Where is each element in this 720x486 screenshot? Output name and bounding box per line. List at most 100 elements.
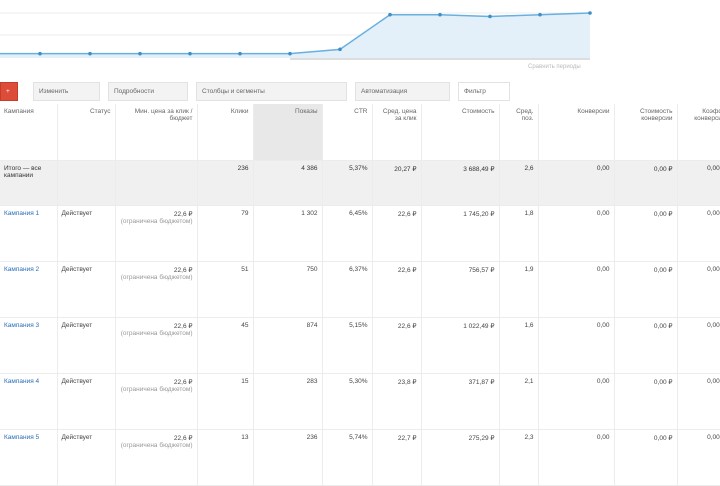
chart-point[interactable] [338, 47, 342, 52]
metric-cell: 4 386 [253, 160, 323, 206]
bid-value: 22,6 ₽ [173, 210, 193, 218]
status-cell[interactable]: Действует [57, 429, 116, 486]
column-header[interactable]: Конверсии [538, 104, 615, 161]
chart-point[interactable] [188, 51, 192, 56]
metric-cell: 22,7 ₽ [372, 429, 422, 486]
metric-cell: 750 [253, 261, 323, 318]
metric-cell: 0,00% [677, 160, 720, 206]
add-campaign-button[interactable]: + [0, 82, 18, 101]
table-row: Кампания 5 Действует 22,6 ₽ (ограничена бюд… [0, 429, 720, 486]
campaign-link[interactable]: Кампания 1 [4, 210, 39, 217]
table-row: Кампания 2 Действует 22,6 ₽ (ограничена бюд… [0, 261, 720, 318]
column-header[interactable]: Клики [197, 104, 254, 161]
column-header[interactable]: Стоимость конверсии [614, 104, 678, 161]
chart-point[interactable] [88, 51, 92, 56]
metric-cell: 0,00% [677, 429, 720, 486]
metric-cell: 6,37% [322, 261, 373, 318]
metric-cell: 0,00 [538, 429, 615, 486]
campaign-link[interactable]: Кампания 4 [4, 378, 39, 385]
metric-cell: 2,3 [499, 429, 539, 486]
metric-cell: 1,8 [499, 205, 539, 262]
chart-point[interactable] [238, 51, 242, 56]
campaigns-table: Кампания Статус Мин. цена за клик / бюджет… [0, 104, 720, 486]
chart-point[interactable] [38, 51, 42, 56]
bid-cell[interactable]: 22,6 ₽ (ограничена бюджетом) [115, 317, 198, 374]
bid-note: (ограничена бюджетом) [120, 441, 193, 449]
chart-point[interactable] [588, 11, 592, 15]
metric-cell: 0,00 ₽ [614, 205, 678, 262]
bid-note: (ограничена бюджетом) [120, 329, 193, 337]
campaign-link[interactable]: Кампания 2 [4, 266, 39, 273]
metric-cell: 51 [197, 261, 254, 318]
bid-value: 22,6 ₽ [173, 322, 193, 330]
bid-value: 22,6 ₽ [173, 378, 193, 386]
name-cell: Кампания 2 [0, 261, 58, 318]
metric-cell: 1,6 [499, 317, 539, 374]
bid-cell[interactable]: 22,6 ₽ (ограничена бюджетом) [115, 205, 198, 262]
column-header[interactable]: CTR [322, 104, 373, 161]
metric-cell: 5,30% [322, 373, 373, 430]
bid-value: 22,6 ₽ [173, 266, 193, 274]
table-row: Кампания 1 Действует 22,6 ₽ (ограничена бюд… [0, 205, 720, 262]
metric-cell: 5,74% [322, 429, 373, 486]
campaign-link[interactable]: Кампания 5 [4, 434, 39, 441]
campaign-link[interactable]: Кампания 3 [4, 322, 39, 329]
column-header[interactable]: Мин. цена за клик / бюджет [115, 104, 198, 161]
metric-cell: 0,00 [538, 160, 615, 206]
column-header[interactable]: Кампания [0, 104, 58, 161]
metric-cell: 3 688,49 ₽ [421, 160, 500, 206]
metric-cell: 0,00% [677, 261, 720, 318]
metric-cell: 45 [197, 317, 254, 374]
metric-cell: 0,00 ₽ [614, 317, 678, 374]
metric-cell: 79 [197, 205, 254, 262]
chart-point[interactable] [438, 12, 442, 17]
status-cell[interactable]: Действует [57, 205, 116, 262]
toolbar: + Изменить Подробности Столбцы и сегмент… [0, 80, 720, 104]
metric-cell: 0,00% [677, 317, 720, 374]
status-cell[interactable]: Действует [57, 317, 116, 374]
metric-cell: 22,6 ₽ [372, 205, 422, 262]
automation-dropdown[interactable]: Автоматизация [355, 82, 450, 101]
metric-cell: 22,6 ₽ [372, 317, 422, 374]
metric-cell: 2,6 [499, 160, 539, 206]
bid-value: 22,6 ₽ [173, 434, 193, 442]
columns-dropdown[interactable]: Столбцы и сегменты [196, 82, 347, 101]
column-header[interactable]: Показы [253, 104, 323, 161]
chart-point[interactable] [138, 51, 142, 56]
metric-cell: 0,00 ₽ [614, 429, 678, 486]
metric-cell: 275,29 ₽ [421, 429, 500, 486]
metric-cell: 0,00 ₽ [614, 160, 678, 206]
chart-point[interactable] [538, 12, 542, 17]
chart-point[interactable] [388, 12, 392, 17]
performance-chart [0, 11, 592, 60]
metric-cell: 1 745,20 ₽ [421, 205, 500, 262]
metric-cell: 0,00 ₽ [614, 373, 678, 430]
compare-periods-link[interactable]: Сравнить периоды [528, 64, 581, 70]
column-header[interactable]: Статус [57, 104, 116, 161]
metric-cell: 22,6 ₽ [372, 261, 422, 318]
bid-cell[interactable]: 22,6 ₽ (ограничена бюджетом) [115, 261, 198, 318]
metric-cell: 15 [197, 373, 254, 430]
metric-cell: 1,9 [499, 261, 539, 318]
details-dropdown[interactable]: Подробности [108, 82, 188, 101]
chart-point[interactable] [488, 14, 492, 19]
status-cell [57, 160, 116, 206]
bid-cell[interactable]: 22,6 ₽ (ограничена бюджетом) [115, 373, 198, 430]
status-cell[interactable]: Действует [57, 373, 116, 430]
bid-cell[interactable]: 22,6 ₽ (ограничена бюджетом) [115, 429, 198, 486]
bid-note: (ограничена бюджетом) [120, 385, 193, 393]
column-header[interactable]: Коэфф. конверсии [677, 104, 720, 161]
edit-dropdown[interactable]: Изменить [33, 82, 100, 101]
chart-point[interactable] [288, 51, 292, 56]
metric-cell: 756,57 ₽ [421, 261, 500, 318]
metric-cell: 6,45% [322, 205, 373, 262]
total-row: Итого — все кампании 236 4 386 5,37% 20,27 ₽… [0, 160, 720, 206]
filter-dropdown[interactable]: Фильтр [458, 82, 510, 101]
metric-cell: 5,15% [322, 317, 373, 374]
column-header[interactable]: Стоимость [421, 104, 500, 161]
status-cell[interactable]: Действует [57, 261, 116, 318]
column-header[interactable]: Сред. поз. [499, 104, 539, 161]
bid-note: (ограничена бюджетом) [120, 217, 193, 225]
metric-cell: 0,00 [538, 317, 615, 374]
column-header[interactable]: Сред. цена за клик [372, 104, 422, 161]
